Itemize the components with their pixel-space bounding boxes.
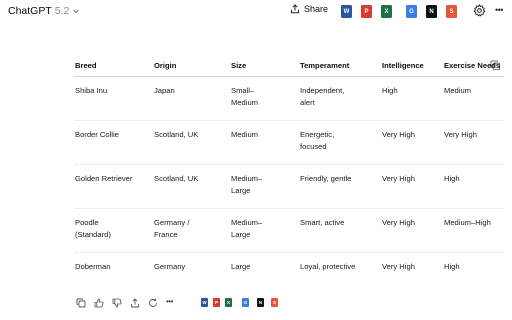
google-docs-icon[interactable]: G: [242, 298, 249, 307]
thumbs-down-icon[interactable]: [112, 298, 122, 308]
table-cell: Medium–Large: [230, 208, 299, 253]
notion-icon[interactable]: N: [426, 5, 437, 18]
share-icon[interactable]: [130, 298, 140, 308]
table-cell: Golden Retriever: [74, 164, 153, 209]
breed-table-container: Breed Origin Size Temperament Intelligen…: [74, 44, 504, 290]
table-cell: Medium–High: [443, 208, 504, 253]
thumbs-up-icon[interactable]: [94, 298, 104, 308]
table-cell: Medium: [443, 76, 504, 121]
table-cell: Medium: [230, 120, 299, 165]
table-row: Border Collie Scotland, UK Medium Energe…: [74, 120, 504, 165]
excel-icon[interactable]: X: [381, 5, 392, 18]
table-row: Shiba Inu Japan Small–Medium Independent…: [74, 76, 504, 121]
table-cell: Loyal, protective: [300, 261, 356, 271]
word-icon[interactable]: W: [201, 298, 208, 307]
col-header-temperament: Temperament: [299, 44, 381, 77]
chevron-down-icon: [73, 9, 80, 14]
upload-icon: [291, 4, 299, 14]
table-cell: Medium–Large: [230, 164, 299, 209]
table-cell: High: [381, 76, 443, 121]
more-icon[interactable]: •••: [166, 297, 176, 307]
table-cell: Shiba Inu: [74, 76, 153, 121]
table-cell: Scotland, UK: [153, 164, 230, 209]
gear-icon[interactable]: [473, 4, 486, 17]
table-cell: Japan: [153, 76, 230, 121]
col-header-size: Size: [230, 44, 299, 77]
message-actions: ••• W P X G N S: [74, 297, 304, 312]
model-version: 5.2: [54, 5, 70, 17]
regenerate-icon[interactable]: [148, 298, 158, 308]
col-header-intelligence: Intelligence: [381, 44, 443, 77]
table-cell: Germany / France: [153, 208, 230, 253]
table-cell: Large: [231, 261, 251, 271]
col-header-breed: Breed: [74, 44, 153, 77]
table-cell: Very High: [443, 120, 504, 165]
table-cell: Scotland, UK: [153, 120, 230, 165]
app-name: ChatGPT: [8, 5, 52, 17]
slides-icon[interactable]: S: [446, 5, 457, 18]
table-cell: Doberman: [75, 261, 111, 271]
table-cell: Very High: [381, 120, 443, 165]
table-cell: Very High: [381, 208, 443, 253]
table-cell: Small–Medium: [230, 76, 299, 121]
col-header-exercise-needs: Exercise Needs: [443, 44, 504, 77]
share-label: Share: [304, 4, 329, 14]
table-row: Doberman Germany Large Loyal, protective…: [74, 252, 504, 290]
table-cell: Poodle (Standard): [74, 208, 153, 253]
table-cell: Germany: [154, 261, 186, 271]
top-bar: ChatGPT 5.2 Share W P X G N S •••: [0, 0, 512, 24]
table-cell: High: [443, 164, 504, 209]
table-cell: Independent, alert: [299, 76, 381, 121]
share-button[interactable]: Share: [290, 4, 328, 14]
notion-icon[interactable]: N: [257, 298, 264, 307]
table-cell: High: [444, 261, 460, 271]
more-icon[interactable]: •••: [495, 5, 503, 15]
excel-icon[interactable]: X: [225, 298, 232, 307]
table-cell: Friendly, gentle: [299, 164, 381, 209]
table-cell: Border Collie: [74, 120, 153, 165]
table-cell: Very High: [381, 164, 443, 209]
table-cell: Energetic, focused: [299, 120, 381, 165]
table-row: Golden Retriever Scotland, UK Medium–Lar…: [74, 164, 504, 209]
pdf-icon[interactable]: P: [361, 5, 372, 18]
model-selector[interactable]: ChatGPT 5.2: [8, 5, 80, 17]
breed-table: Breed Origin Size Temperament Intelligen…: [74, 44, 504, 290]
slides-icon[interactable]: S: [271, 298, 278, 307]
col-header-origin: Origin: [153, 44, 230, 77]
table-header-row: Breed Origin Size Temperament Intelligen…: [74, 44, 504, 77]
table-cell: Very High: [382, 261, 415, 271]
pdf-icon[interactable]: P: [213, 298, 220, 307]
copy-icon[interactable]: [76, 298, 86, 308]
table-row: Poodle (Standard) Germany / France Mediu…: [74, 208, 504, 253]
word-icon[interactable]: W: [341, 5, 352, 18]
table-cell: Smart, active: [299, 208, 381, 253]
google-docs-icon[interactable]: G: [406, 5, 417, 18]
